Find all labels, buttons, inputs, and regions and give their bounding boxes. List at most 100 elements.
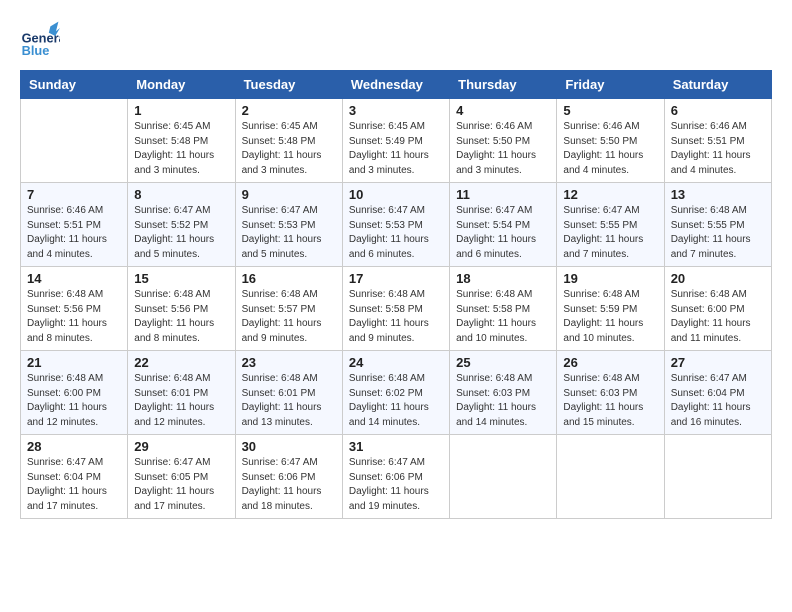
day-number: 30 [242, 439, 336, 454]
cell-info: Sunrise: 6:48 AMSunset: 5:55 PMDaylight:… [671, 204, 765, 262]
cell-info: Sunrise: 6:48 AMSunset: 6:00 PMDaylight:… [671, 288, 765, 346]
day-number: 27 [671, 355, 765, 370]
cell-info: Sunrise: 6:48 AMSunset: 5:58 PMDaylight:… [456, 288, 550, 346]
day-number: 28 [27, 439, 121, 454]
weekday-header-monday: Monday [128, 71, 235, 99]
calendar-cell: 20 Sunrise: 6:48 AMSunset: 6:00 PMDayligh… [664, 267, 771, 351]
calendar-cell: 21 Sunrise: 6:48 AMSunset: 6:00 PMDayligh… [21, 351, 128, 435]
cell-info: Sunrise: 6:46 AMSunset: 5:51 PMDaylight:… [671, 120, 765, 178]
calendar-cell: 22 Sunrise: 6:48 AMSunset: 6:01 PMDayligh… [128, 351, 235, 435]
cell-info: Sunrise: 6:47 AMSunset: 6:06 PMDaylight:… [242, 456, 336, 514]
weekday-header-saturday: Saturday [664, 71, 771, 99]
day-number: 16 [242, 271, 336, 286]
calendar-cell: 16Sunrise: 6:48 AMSunset: 5:57 PMDayligh… [235, 267, 342, 351]
calendar-cell [450, 435, 557, 519]
cell-info: Sunrise: 6:45 AMSunset: 5:48 PMDaylight:… [242, 120, 336, 178]
calendar-cell [557, 435, 664, 519]
calendar-cell: 25 Sunrise: 6:48 AMSunset: 6:03 PMDayligh… [450, 351, 557, 435]
cell-info: Sunrise: 6:48 AMSunset: 6:02 PMDaylight:… [349, 372, 443, 430]
svg-text:Blue: Blue [22, 43, 50, 58]
logo: General Blue [20, 20, 60, 60]
calendar-cell: 8Sunrise: 6:47 AMSunset: 5:52 PMDaylight… [128, 183, 235, 267]
weekday-header-row: SundayMondayTuesdayWednesdayThursdayFrid… [21, 71, 772, 99]
day-number: 23 [242, 355, 336, 370]
calendar-cell: 31 Sunrise: 6:47 AMSunset: 6:06 PMDayligh… [342, 435, 449, 519]
day-number: 17 [349, 271, 443, 286]
day-number: 26 [563, 355, 657, 370]
day-number: 5 [563, 103, 657, 118]
calendar-cell: 28 Sunrise: 6:47 AMSunset: 6:04 PMDayligh… [21, 435, 128, 519]
day-number: 4 [456, 103, 550, 118]
calendar-cell: 7 Sunrise: 6:46 AMSunset: 5:51 PMDaylight… [21, 183, 128, 267]
calendar-cell: 5 Sunrise: 6:46 AMSunset: 5:50 PMDaylight… [557, 99, 664, 183]
calendar-week-3: 14 Sunrise: 6:48 AMSunset: 5:56 PMDayligh… [21, 267, 772, 351]
day-number: 9 [242, 187, 336, 202]
calendar-cell: 23 Sunrise: 6:48 AMSunset: 6:01 PMDayligh… [235, 351, 342, 435]
calendar-cell: 24 Sunrise: 6:48 AMSunset: 6:02 PMDayligh… [342, 351, 449, 435]
day-number: 3 [349, 103, 443, 118]
day-number: 25 [456, 355, 550, 370]
calendar-table: SundayMondayTuesdayWednesdayThursdayFrid… [20, 70, 772, 519]
calendar-cell: 15 Sunrise: 6:48 AMSunset: 5:56 PMDayligh… [128, 267, 235, 351]
calendar-cell: 12Sunrise: 6:47 AMSunset: 5:55 PMDayligh… [557, 183, 664, 267]
day-number: 22 [134, 355, 228, 370]
day-number: 2 [242, 103, 336, 118]
calendar-cell: 9 Sunrise: 6:47 AMSunset: 5:53 PMDaylight… [235, 183, 342, 267]
cell-info: Sunrise: 6:47 AMSunset: 5:54 PMDaylight:… [456, 204, 550, 262]
day-number: 13 [671, 187, 765, 202]
cell-info: Sunrise: 6:48 AMSunset: 5:56 PMDaylight:… [27, 288, 121, 346]
calendar-cell: 6 Sunrise: 6:46 AMSunset: 5:51 PMDaylight… [664, 99, 771, 183]
calendar-cell: 4Sunrise: 6:46 AMSunset: 5:50 PMDaylight… [450, 99, 557, 183]
day-number: 11 [456, 187, 550, 202]
cell-info: Sunrise: 6:48 AMSunset: 5:59 PMDaylight:… [563, 288, 657, 346]
weekday-header-thursday: Thursday [450, 71, 557, 99]
day-number: 14 [27, 271, 121, 286]
calendar-cell: 17 Sunrise: 6:48 AMSunset: 5:58 PMDayligh… [342, 267, 449, 351]
cell-info: Sunrise: 6:47 AMSunset: 5:53 PMDaylight:… [349, 204, 443, 262]
cell-info: Sunrise: 6:48 AMSunset: 5:58 PMDaylight:… [349, 288, 443, 346]
cell-info: Sunrise: 6:45 AMSunset: 5:49 PMDaylight:… [349, 120, 443, 178]
cell-info: Sunrise: 6:48 AMSunset: 6:00 PMDaylight:… [27, 372, 121, 430]
cell-info: Sunrise: 6:47 AMSunset: 6:04 PMDaylight:… [671, 372, 765, 430]
day-number: 15 [134, 271, 228, 286]
cell-info: Sunrise: 6:48 AMSunset: 6:01 PMDaylight:… [242, 372, 336, 430]
calendar-cell: 26 Sunrise: 6:48 AMSunset: 6:03 PMDayligh… [557, 351, 664, 435]
day-number: 10 [349, 187, 443, 202]
weekday-header-friday: Friday [557, 71, 664, 99]
weekday-header-tuesday: Tuesday [235, 71, 342, 99]
cell-info: Sunrise: 6:47 AMSunset: 5:55 PMDaylight:… [563, 204, 657, 262]
calendar-week-1: 1 Sunrise: 6:45 AMSunset: 5:48 PMDaylight… [21, 99, 772, 183]
cell-info: Sunrise: 6:46 AMSunset: 5:50 PMDaylight:… [563, 120, 657, 178]
day-number: 1 [134, 103, 228, 118]
calendar-cell: 10 Sunrise: 6:47 AMSunset: 5:53 PMDayligh… [342, 183, 449, 267]
calendar-cell: 3 Sunrise: 6:45 AMSunset: 5:49 PMDaylight… [342, 99, 449, 183]
cell-info: Sunrise: 6:47 AMSunset: 5:52 PMDaylight:… [134, 204, 228, 262]
calendar-cell: 13 Sunrise: 6:48 AMSunset: 5:55 PMDayligh… [664, 183, 771, 267]
day-number: 18 [456, 271, 550, 286]
cell-info: Sunrise: 6:47 AMSunset: 5:53 PMDaylight:… [242, 204, 336, 262]
day-number: 21 [27, 355, 121, 370]
cell-info: Sunrise: 6:46 AMSunset: 5:51 PMDaylight:… [27, 204, 121, 262]
day-number: 29 [134, 439, 228, 454]
calendar-week-2: 7 Sunrise: 6:46 AMSunset: 5:51 PMDaylight… [21, 183, 772, 267]
day-number: 7 [27, 187, 121, 202]
calendar-cell: 1Sunrise: 6:45 AMSunset: 5:48 PMDaylight… [128, 99, 235, 183]
calendar-cell: 29Sunrise: 6:47 AMSunset: 6:05 PMDayligh… [128, 435, 235, 519]
cell-info: Sunrise: 6:48 AMSunset: 6:03 PMDaylight:… [456, 372, 550, 430]
day-number: 6 [671, 103, 765, 118]
cell-info: Sunrise: 6:47 AMSunset: 6:06 PMDaylight:… [349, 456, 443, 514]
calendar-week-5: 28 Sunrise: 6:47 AMSunset: 6:04 PMDayligh… [21, 435, 772, 519]
cell-info: Sunrise: 6:48 AMSunset: 5:56 PMDaylight:… [134, 288, 228, 346]
cell-info: Sunrise: 6:47 AMSunset: 6:04 PMDaylight:… [27, 456, 121, 514]
day-number: 19 [563, 271, 657, 286]
cell-info: Sunrise: 6:48 AMSunset: 6:01 PMDaylight:… [134, 372, 228, 430]
cell-info: Sunrise: 6:48 AMSunset: 6:03 PMDaylight:… [563, 372, 657, 430]
logo-icon: General Blue [20, 20, 60, 60]
calendar-cell [21, 99, 128, 183]
calendar-week-4: 21 Sunrise: 6:48 AMSunset: 6:00 PMDayligh… [21, 351, 772, 435]
day-number: 24 [349, 355, 443, 370]
day-number: 31 [349, 439, 443, 454]
day-number: 20 [671, 271, 765, 286]
calendar-cell: 2 Sunrise: 6:45 AMSunset: 5:48 PMDaylight… [235, 99, 342, 183]
calendar-cell: 19 Sunrise: 6:48 AMSunset: 5:59 PMDayligh… [557, 267, 664, 351]
